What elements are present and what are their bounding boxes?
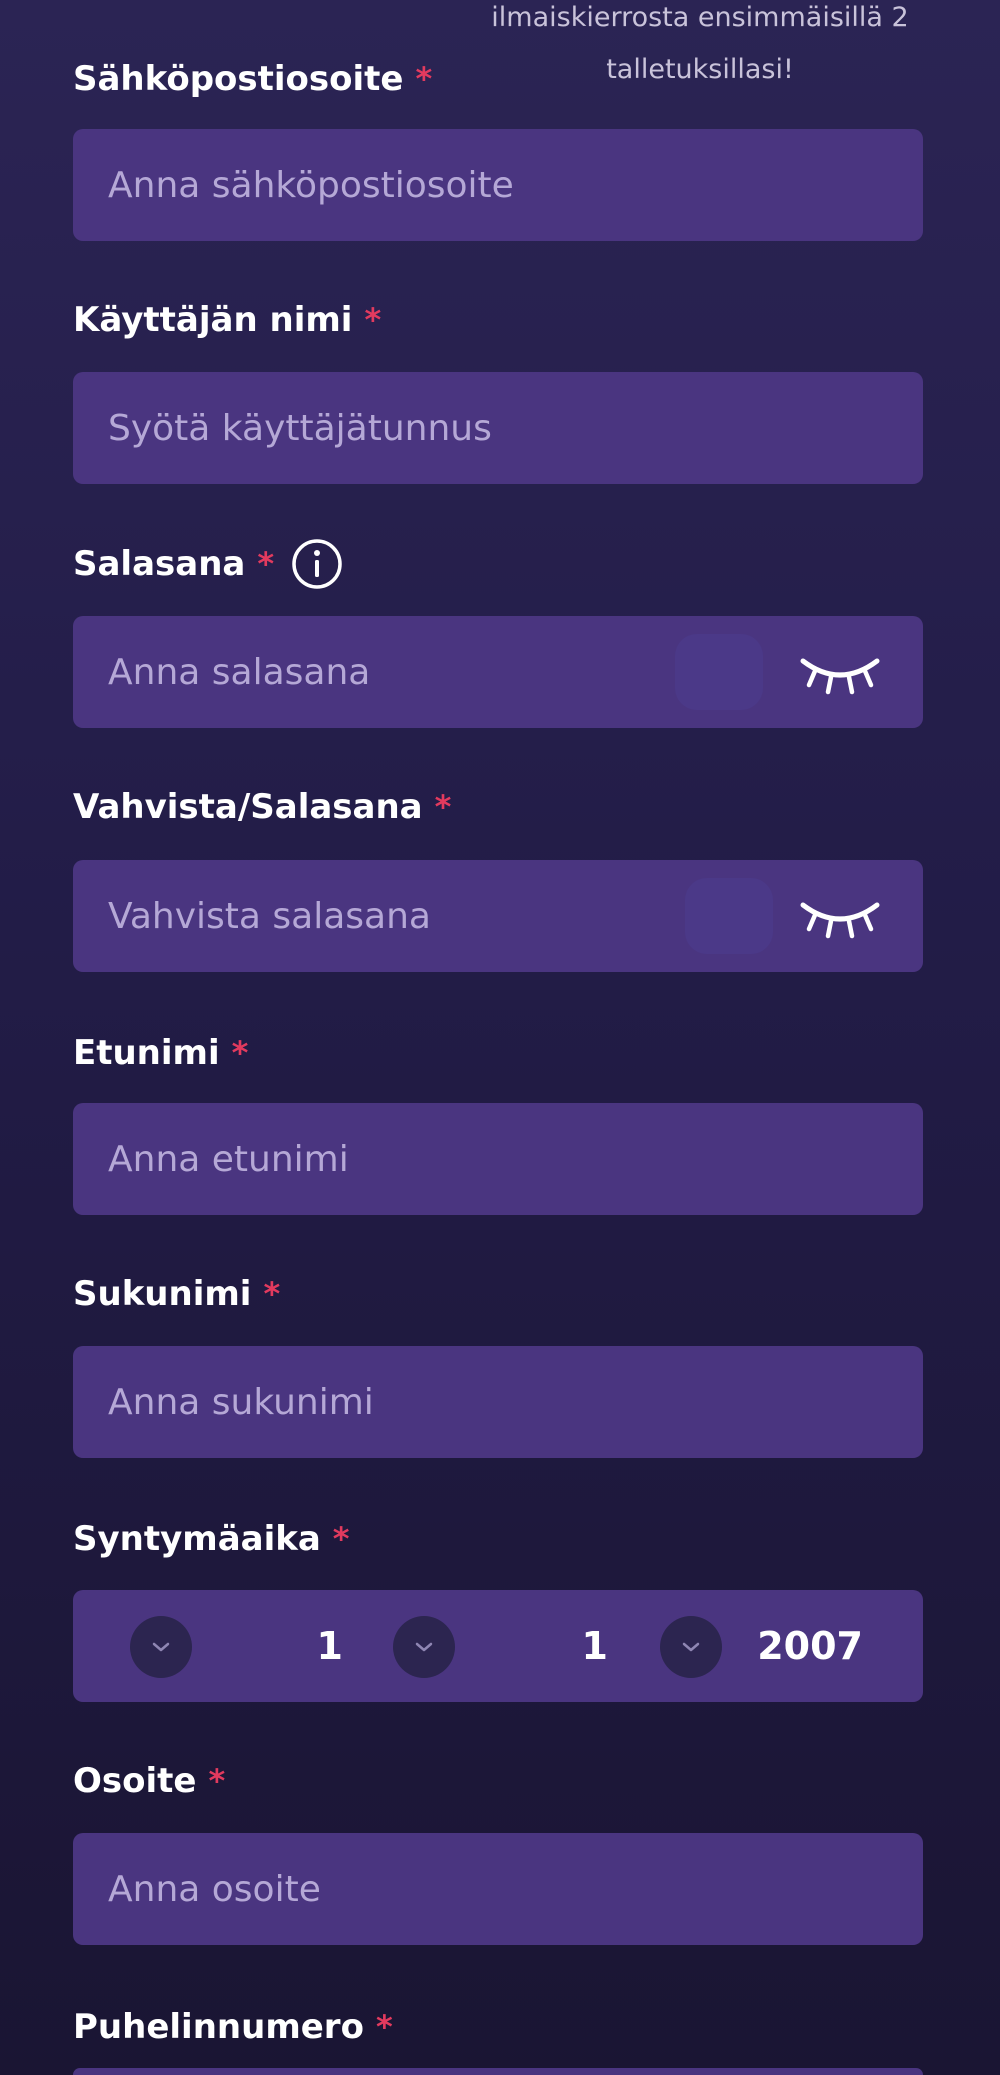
- year-value[interactable]: 2007: [753, 1620, 863, 1672]
- first-name-label-row: Etunimi *: [73, 1029, 923, 1077]
- first-name-label: Etunimi: [73, 1033, 220, 1073]
- required-marker: *: [263, 1275, 281, 1313]
- password-field-group: Salasana *: [73, 537, 923, 591]
- required-marker: *: [375, 2008, 393, 2046]
- username-input[interactable]: [108, 407, 748, 449]
- birthdate-field-group: Syntymäaika *: [73, 1515, 923, 1563]
- required-marker: *: [332, 1520, 350, 1558]
- promo-line-1: ilmaiskierrosta ensimmäisillä 2: [491, 2, 909, 33]
- required-marker: *: [257, 545, 275, 583]
- required-marker: *: [364, 301, 382, 339]
- username-label: Käyttäjän nimi: [73, 300, 353, 340]
- phone-label-row: Puhelinnumero *: [73, 2003, 923, 2051]
- month-dropdown-toggle[interactable]: [393, 1616, 455, 1678]
- day-value[interactable]: 1: [273, 1620, 343, 1672]
- first-name-input-box[interactable]: [73, 1103, 923, 1215]
- password-toggle-shadow: [675, 634, 763, 710]
- phone-label: Puhelinnumero: [73, 2007, 364, 2047]
- email-input-box[interactable]: [73, 129, 923, 241]
- birthdate-label-row: Syntymäaika *: [73, 1515, 923, 1563]
- birthdate-selector: 1 1 2007: [73, 1590, 923, 1702]
- phone-input-box[interactable]: [73, 2068, 923, 2075]
- username-label-row: Käyttäjän nimi *: [73, 296, 923, 344]
- email-field-group: Sähköpostiosoite *: [73, 55, 923, 103]
- last-name-field-group: Sukunimi *: [73, 1270, 923, 1318]
- first-name-input[interactable]: [108, 1138, 748, 1180]
- chevron-down-icon: [415, 1642, 433, 1652]
- confirm-password-visibility-toggle[interactable]: [795, 888, 885, 944]
- last-name-input[interactable]: [108, 1381, 748, 1423]
- password-input[interactable]: [108, 651, 748, 693]
- confirm-password-input-box[interactable]: [73, 860, 923, 972]
- last-name-input-box[interactable]: [73, 1346, 923, 1458]
- last-name-label-row: Sukunimi *: [73, 1270, 923, 1318]
- email-label: Sähköpostiosoite: [73, 59, 404, 99]
- required-marker: *: [231, 1034, 249, 1072]
- year-dropdown-toggle[interactable]: [660, 1616, 722, 1678]
- address-label-row: Osoite *: [73, 1757, 923, 1805]
- eye-closed-icon: [800, 658, 880, 695]
- address-input-box[interactable]: [73, 1833, 923, 1945]
- password-label: Salasana: [73, 544, 246, 584]
- eye-closed-icon: [800, 902, 880, 939]
- confirm-password-label-row: Vahvista/Salasana *: [73, 783, 923, 831]
- chevron-down-icon: [152, 1642, 170, 1652]
- first-name-field-group: Etunimi *: [73, 1029, 923, 1077]
- address-field-group: Osoite *: [73, 1757, 923, 1805]
- address-input[interactable]: [108, 1868, 748, 1910]
- password-input-box[interactable]: [73, 616, 923, 728]
- username-field-group: Käyttäjän nimi *: [73, 296, 923, 344]
- required-marker: *: [434, 788, 452, 826]
- username-input-box[interactable]: [73, 372, 923, 484]
- email-label-row: Sähköpostiosoite *: [73, 55, 923, 103]
- required-marker: *: [415, 60, 433, 98]
- confirm-password-toggle-shadow: [685, 878, 773, 954]
- password-label-row: Salasana *: [73, 537, 923, 591]
- info-icon[interactable]: [290, 537, 344, 591]
- day-dropdown-toggle[interactable]: [130, 1616, 192, 1678]
- phone-field-group: Puhelinnumero *: [73, 2003, 923, 2051]
- birthdate-label: Syntymäaika: [73, 1519, 321, 1559]
- address-label: Osoite: [73, 1761, 197, 1801]
- last-name-label: Sukunimi: [73, 1274, 252, 1314]
- required-marker: *: [208, 1762, 226, 1800]
- confirm-password-field-group: Vahvista/Salasana *: [73, 783, 923, 831]
- chevron-down-icon: [682, 1642, 700, 1652]
- confirm-password-input[interactable]: [108, 895, 748, 937]
- confirm-password-label: Vahvista/Salasana: [73, 787, 423, 827]
- month-value[interactable]: 1: [538, 1620, 608, 1672]
- email-input[interactable]: [108, 164, 748, 206]
- password-visibility-toggle[interactable]: [795, 644, 885, 700]
